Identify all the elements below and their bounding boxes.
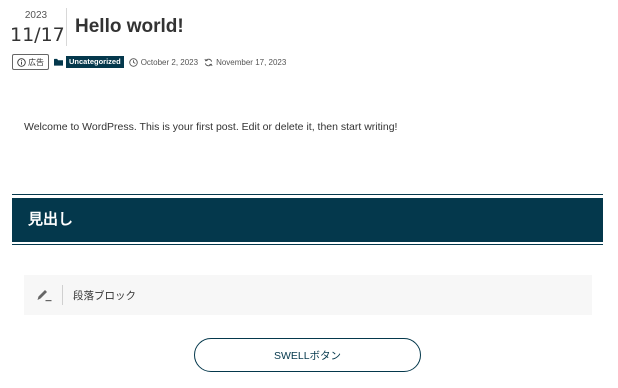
- post-meta: 広告 Uncategorized October 2, 2023 Novembe…: [12, 54, 292, 70]
- post-date: 2023 11/17: [10, 10, 65, 46]
- paragraph-block[interactable]: 段落ブロック: [24, 275, 592, 315]
- block-separator: [62, 285, 63, 305]
- heading-border-top: [12, 194, 603, 195]
- ad-badge-label: 広告: [28, 57, 44, 67]
- heading-block-text: 見出し: [28, 211, 74, 228]
- pencil-icon: [26, 288, 62, 302]
- clock-icon: [128, 57, 138, 67]
- post-title: Hello world!: [75, 16, 184, 37]
- refresh-icon: [204, 58, 213, 67]
- post-body-text: Welcome to WordPress. This is your first…: [24, 121, 398, 133]
- heading-border-bottom: [12, 244, 603, 245]
- folder-icon: [54, 58, 63, 66]
- category-badge[interactable]: Uncategorized: [66, 56, 124, 68]
- heading-block: [12, 198, 603, 242]
- paragraph-block-label: 段落ブロック: [73, 289, 136, 302]
- info-circle-icon: [17, 57, 26, 67]
- published-date: October 2, 2023: [140, 57, 199, 67]
- date-divider: [66, 8, 67, 46]
- updated-date: November 17, 2023: [216, 57, 287, 67]
- ad-badge: 広告: [12, 54, 49, 70]
- post-date-month-day: 11/17: [10, 24, 65, 46]
- swell-button[interactable]: SWELLボタン: [194, 338, 421, 372]
- post-date-year: 2023: [24, 10, 48, 21]
